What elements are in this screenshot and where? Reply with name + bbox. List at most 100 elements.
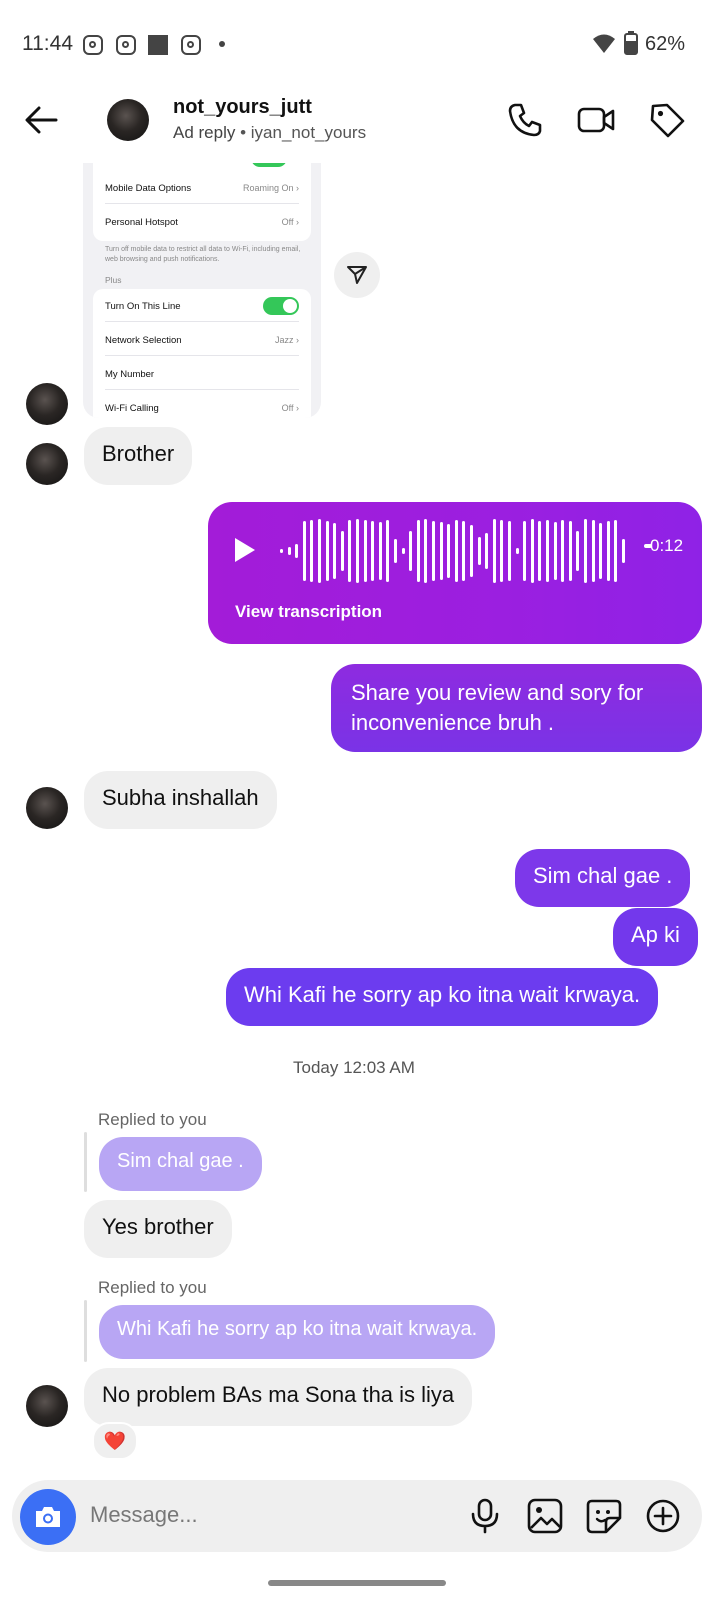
sender-avatar[interactable] <box>26 383 68 425</box>
home-indicator[interactable] <box>268 1580 446 1586</box>
status-bar: 11:44 62% <box>0 0 714 90</box>
add-plus-icon[interactable] <box>643 1496 683 1536</box>
waveform-bar <box>409 531 413 571</box>
message-incoming[interactable]: Subha inshallah <box>84 771 277 829</box>
toggle-switch <box>251 163 287 167</box>
message-incoming[interactable]: No problem BAs ma Sona tha is liya <box>84 1368 473 1426</box>
camera-icon <box>36 1507 60 1527</box>
message-input[interactable]: Message... <box>90 1502 198 1528</box>
waveform-bar <box>371 521 375 581</box>
settings-group-top: Mobile Data Options Roaming On › Personal… <box>93 163 311 241</box>
sender-avatar[interactable] <box>26 443 68 485</box>
waveform-bar <box>318 519 321 583</box>
voice-duration: 0:12 <box>650 536 684 555</box>
waveform-bar <box>348 520 352 582</box>
instagram-notification-icon <box>116 35 136 55</box>
microphone-icon[interactable] <box>465 1496 505 1536</box>
settings-row: Turn On This Line <box>105 291 299 322</box>
sticker-icon[interactable] <box>584 1496 624 1536</box>
waveform-bar <box>470 525 473 577</box>
camera-button[interactable] <box>20 1489 76 1545</box>
waveform-bar <box>295 544 299 558</box>
message-outgoing[interactable]: Ap ki <box>613 908 698 966</box>
tag-icon[interactable] <box>647 100 687 140</box>
status-time: 11:44 <box>22 32 73 55</box>
more-notifications-dot <box>219 41 225 47</box>
waveform-bar <box>401 548 405 554</box>
settings-row: Personal Hotspot Off › <box>105 216 299 228</box>
gallery-icon[interactable] <box>525 1496 565 1536</box>
battery-percent: 62% <box>645 33 686 55</box>
waveform-bar <box>500 520 504 582</box>
waveform-bar <box>287 547 291 555</box>
waveform-bar <box>492 519 496 583</box>
waveform-bar <box>454 520 458 582</box>
heart-reaction[interactable]: ❤️ <box>92 1422 138 1460</box>
waveform-bar <box>584 519 587 583</box>
waveform-bar <box>432 521 435 581</box>
wifi-icon <box>593 34 615 53</box>
settings-row: Mobile Data Options Roaming On › <box>105 173 299 204</box>
phone-call-icon[interactable] <box>505 100 545 140</box>
waveform-bar <box>523 521 527 581</box>
waveform-bar <box>439 522 443 580</box>
waveform-bar <box>447 524 451 578</box>
play-icon[interactable] <box>232 536 258 564</box>
share-button[interactable] <box>334 252 380 298</box>
message-outgoing[interactable]: Sim chal gae . <box>515 849 691 907</box>
reply-indicator-bar <box>84 1300 87 1362</box>
reply-indicator-bar <box>84 1132 87 1192</box>
header-avatar[interactable] <box>107 99 149 141</box>
header-username[interactable]: not_yours_jutt <box>173 96 312 119</box>
waveform-bar <box>553 522 557 580</box>
replied-message-quote[interactable]: Whi Kafi he sorry ap ko itna wait krwaya… <box>99 1305 496 1359</box>
toggle-switch <box>263 297 299 315</box>
message-outgoing[interactable]: Whi Kafi he sorry ap ko itna wait krwaya… <box>226 968 659 1026</box>
sender-avatar[interactable] <box>26 787 68 829</box>
waveform-bar <box>485 533 489 569</box>
waveform-bar <box>333 523 337 579</box>
message-incoming[interactable]: Yes brother <box>84 1200 232 1258</box>
sender-avatar[interactable] <box>26 1385 68 1427</box>
waveform-bar <box>394 539 397 563</box>
settings-note: Turn off mobile data to restrict all dat… <box>105 246 301 263</box>
waveform-bar <box>280 549 283 553</box>
waveform-bar <box>363 520 367 582</box>
video-call-icon[interactable] <box>576 100 616 140</box>
replied-message-quote[interactable]: Sim chal gae . <box>99 1137 262 1191</box>
waveform-bar <box>614 520 618 582</box>
waveform-bar <box>416 520 420 582</box>
waveform-bar <box>546 520 549 582</box>
settings-section-label: Plus <box>105 275 122 285</box>
header-subtitle: Ad reply • iyan_not_yours <box>173 123 366 143</box>
waveform-bar <box>606 521 610 581</box>
view-transcription-link[interactable]: View transcription <box>235 602 382 622</box>
battery-icon <box>624 31 638 55</box>
shared-screenshot-image[interactable]: Mobile Data Options Roaming On › Personal… <box>83 163 321 418</box>
waveform-bar <box>325 521 329 581</box>
voice-message[interactable]: 0:12 View transcription <box>208 502 702 644</box>
waveform-bar <box>477 537 481 565</box>
waveform-bar <box>530 519 534 583</box>
waveform-bar <box>515 548 519 554</box>
message-outgoing[interactable]: Share you review and sory for inconvenie… <box>331 664 702 752</box>
chat-timestamp: Today 12:03 AM <box>293 1058 415 1077</box>
waveform-bar <box>340 531 344 571</box>
waveform-bar <box>561 520 565 582</box>
waveform-bar <box>310 520 314 582</box>
voice-waveform[interactable] <box>280 516 640 586</box>
waveform-bar <box>622 539 625 563</box>
waveform-bar <box>568 521 572 581</box>
instagram-notification-icon <box>83 35 103 55</box>
waveform-bar <box>599 523 603 579</box>
waveform-bar <box>386 520 390 582</box>
message-incoming[interactable]: Brother <box>84 427 193 485</box>
back-arrow-icon[interactable] <box>22 100 62 140</box>
instagram-notification-icon <box>181 35 201 55</box>
reply-label: Replied to you <box>98 1278 207 1297</box>
waveform-bar <box>424 519 428 583</box>
settings-row: Wi-Fi Calling Off › <box>105 402 299 414</box>
ad-reply-handle: iyan_not_yours <box>250 123 367 142</box>
send-icon <box>347 266 367 284</box>
settings-group-plus: Turn On This Line Network Selection Jazz … <box>93 289 311 418</box>
